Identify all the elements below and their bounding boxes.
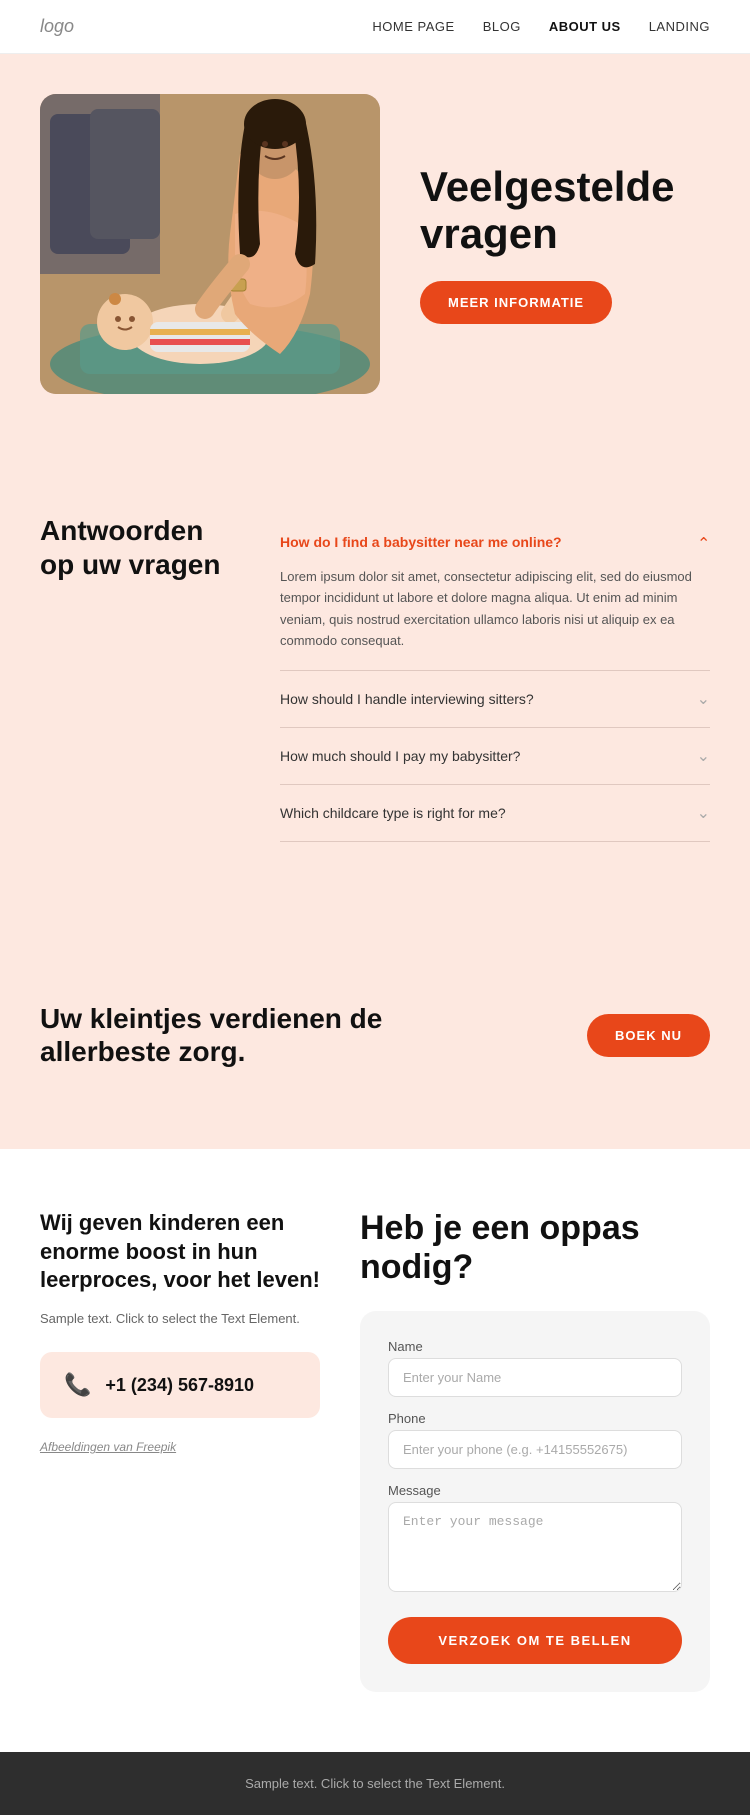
faq-item-1: How do I find a babysitter near me onlin…	[280, 514, 710, 671]
cta-title: Uw kleintjes verdienen de allerbeste zor…	[40, 1002, 420, 1069]
hero-section: Veelgestelde vragen MEER INFORMATIE	[0, 54, 750, 454]
navigation: logo HOME PAGE BLOG ABOUT US LANDING	[0, 0, 750, 54]
faq-item-4: Which childcare type is right for me? ⌄	[280, 785, 710, 842]
faq-left: Antwoorden op uw vragen	[40, 514, 240, 842]
contact-left-title: Wij geven kinderen een enorme boost in h…	[40, 1209, 320, 1295]
faq-chevron-1: ⌄	[697, 532, 710, 552]
name-input[interactable]	[388, 1358, 682, 1397]
submit-button[interactable]: VERZOEK OM TE BELLEN	[388, 1617, 682, 1664]
phone-input[interactable]	[388, 1430, 682, 1469]
faq-question-row-3[interactable]: How much should I pay my babysitter? ⌄	[280, 746, 710, 766]
meer-informatie-button[interactable]: MEER INFORMATIE	[420, 281, 612, 324]
form-message-group: Message	[388, 1483, 682, 1597]
contact-left: Wij geven kinderen een enorme boost in h…	[40, 1209, 320, 1692]
cta-section: Uw kleintjes verdienen de allerbeste zor…	[0, 922, 750, 1149]
faq-question-2: How should I handle interviewing sitters…	[280, 691, 534, 707]
contact-section: Wij geven kinderen een enorme boost in h…	[0, 1149, 750, 1752]
nav-blog[interactable]: BLOG	[483, 19, 521, 34]
contact-left-text: Sample text. Click to select the Text El…	[40, 1309, 320, 1329]
form-phone-group: Phone	[388, 1411, 682, 1469]
logo: logo	[40, 16, 74, 37]
hero-illustration	[40, 94, 380, 394]
phone-icon: 📞	[64, 1372, 91, 1398]
hero-content: Veelgestelde vragen MEER INFORMATIE	[410, 164, 710, 323]
nav-home[interactable]: HOME PAGE	[372, 19, 454, 34]
form-name-group: Name	[388, 1339, 682, 1397]
faq-section-title: Antwoorden op uw vragen	[40, 514, 240, 581]
faq-question-4: Which childcare type is right for me?	[280, 805, 506, 821]
phone-number: +1 (234) 567-8910	[105, 1375, 254, 1396]
contact-right-title: Heb je een oppas nodig?	[360, 1209, 710, 1287]
nav-about[interactable]: ABOUT US	[549, 19, 621, 34]
contact-right: Heb je een oppas nodig? Name Phone Messa…	[360, 1209, 710, 1692]
faq-question-1: How do I find a babysitter near me onlin…	[280, 534, 562, 550]
name-label: Name	[388, 1339, 682, 1354]
faq-question-row-4[interactable]: Which childcare type is right for me? ⌄	[280, 803, 710, 823]
faq-section: Antwoorden op uw vragen How do I find a …	[0, 454, 750, 922]
faq-inner: Antwoorden op uw vragen How do I find a …	[40, 514, 710, 842]
faq-chevron-4: ⌄	[697, 803, 710, 823]
faq-question-row-2[interactable]: How should I handle interviewing sitters…	[280, 689, 710, 709]
phone-label: Phone	[388, 1411, 682, 1426]
footer: Sample text. Click to select the Text El…	[0, 1752, 750, 1815]
hero-title: Veelgestelde vragen	[420, 164, 710, 256]
freepik-credit: Afbeeldingen van Freepik	[40, 1440, 176, 1454]
faq-answer-1: Lorem ipsum dolor sit amet, consectetur …	[280, 566, 710, 652]
faq-question-3: How much should I pay my babysitter?	[280, 748, 520, 764]
faq-question-row-1[interactable]: How do I find a babysitter near me onlin…	[280, 532, 710, 552]
nav-landing[interactable]: LANDING	[649, 19, 710, 34]
faq-chevron-3: ⌄	[697, 746, 710, 766]
hero-image	[40, 94, 380, 394]
phone-card: 📞 +1 (234) 567-8910	[40, 1352, 320, 1418]
faq-item-3: How much should I pay my babysitter? ⌄	[280, 728, 710, 785]
footer-text: Sample text. Click to select the Text El…	[245, 1776, 505, 1791]
nav-links: HOME PAGE BLOG ABOUT US LANDING	[372, 19, 710, 34]
contact-form: Name Phone Message VERZOEK OM TE BELLEN	[360, 1311, 710, 1692]
faq-list: How do I find a babysitter near me onlin…	[280, 514, 710, 842]
faq-item-2: How should I handle interviewing sitters…	[280, 671, 710, 728]
message-label: Message	[388, 1483, 682, 1498]
message-textarea[interactable]	[388, 1502, 682, 1592]
faq-chevron-2: ⌄	[697, 689, 710, 709]
boek-nu-button[interactable]: BOEK NU	[587, 1014, 710, 1057]
